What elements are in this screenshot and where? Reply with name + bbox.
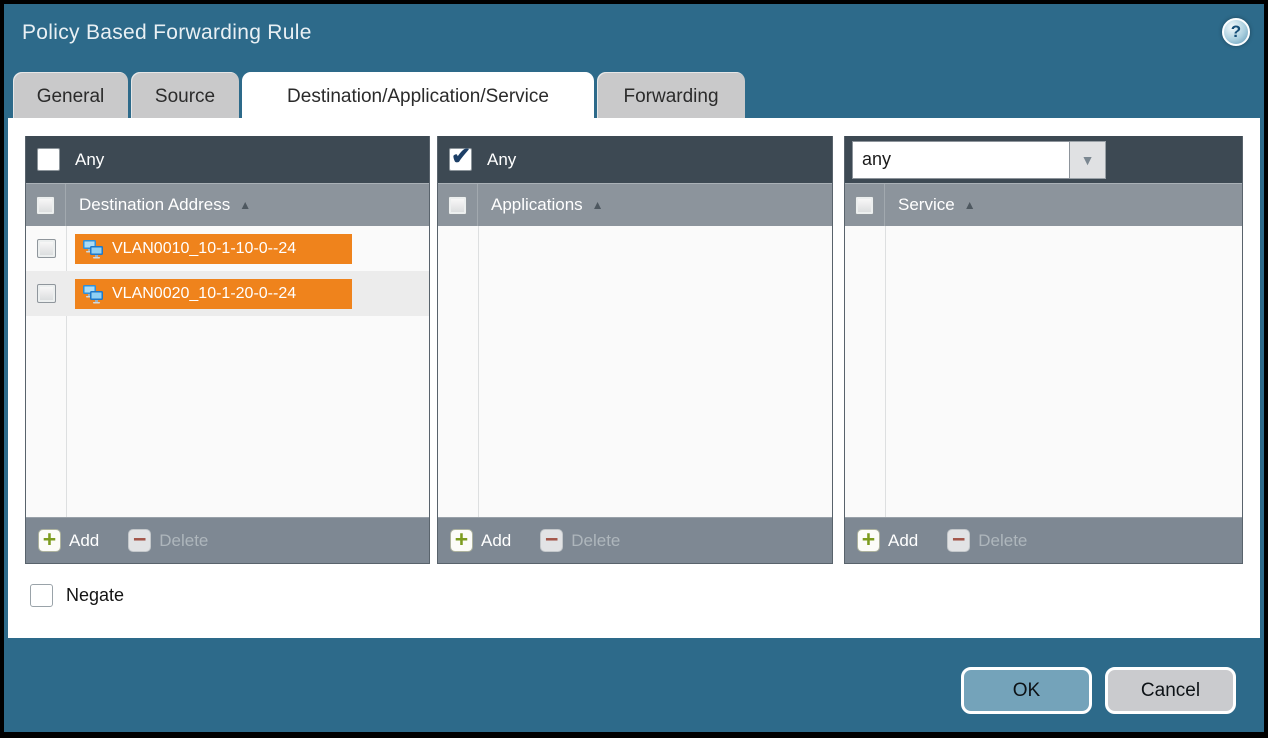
negate-checkbox[interactable] — [30, 584, 53, 607]
sort-ascending-icon: ▲ — [592, 198, 604, 212]
help-icon[interactable]: ? — [1222, 18, 1250, 46]
service-select-all-checkbox[interactable] — [855, 196, 874, 215]
applications-list — [438, 226, 832, 517]
service-dropdown-value[interactable]: any — [852, 141, 1070, 179]
negate-option: Negate — [30, 584, 124, 607]
applications-any-checkbox[interactable]: ✔ — [449, 148, 472, 171]
tab-destination-application-service[interactable]: Destination/Application/Service — [242, 72, 594, 122]
service-list — [845, 226, 1242, 517]
tab-general[interactable]: General — [13, 72, 128, 122]
sort-ascending-icon: ▲ — [239, 198, 251, 212]
delete-icon: − — [947, 529, 970, 552]
service-footer: + Add − Delete — [845, 517, 1242, 563]
applications-column-title: Applications — [491, 195, 583, 215]
service-dropdown[interactable]: any ▼ — [852, 141, 1106, 179]
destination-panel: Any Destination Address ▲ — [25, 136, 430, 564]
service-header-checkbox-cell — [845, 184, 885, 226]
destination-list: VLAN0010_10-1-10-0--24 — [26, 226, 429, 517]
delete-button-disabled: Delete — [159, 531, 208, 551]
applications-footer: + Add − Delete — [438, 517, 832, 563]
delete-icon: − — [540, 529, 563, 552]
tab-bar: General Source Destination/Application/S… — [13, 72, 745, 122]
sort-ascending-icon: ▲ — [964, 198, 976, 212]
tab-content: Any Destination Address ▲ — [8, 118, 1260, 638]
row-checkbox-cell — [26, 239, 66, 258]
add-icon[interactable]: + — [38, 529, 61, 552]
address-object-label: VLAN0010_10-1-10-0--24 — [112, 240, 296, 258]
checkmark-icon: ✔ — [451, 142, 471, 171]
destination-any-bar: Any — [26, 136, 429, 183]
applications-header-checkbox-cell — [438, 184, 478, 226]
delete-icon: − — [128, 529, 151, 552]
address-object-vlan0010[interactable]: VLAN0010_10-1-10-0--24 — [75, 234, 352, 264]
service-column-header[interactable]: Service ▲ — [845, 183, 1242, 226]
network-icon — [81, 284, 105, 304]
tab-das-label: Destination/Application/Service — [287, 86, 549, 108]
add-icon[interactable]: + — [857, 529, 880, 552]
address-object-label: VLAN0020_10-1-20-0--24 — [112, 285, 296, 303]
applications-column-header[interactable]: Applications ▲ — [438, 183, 832, 226]
delete-button-disabled: Delete — [571, 531, 620, 551]
add-button[interactable]: Add — [481, 531, 511, 551]
table-row: VLAN0020_10-1-20-0--24 — [26, 271, 429, 316]
negate-label: Negate — [66, 585, 124, 606]
destination-any-checkbox[interactable] — [37, 148, 60, 171]
destination-select-all-checkbox[interactable] — [36, 196, 55, 215]
service-panel: any ▼ Service ▲ + Add — [844, 136, 1243, 564]
service-column-title: Service — [898, 195, 955, 215]
tab-forwarding[interactable]: Forwarding — [597, 72, 745, 122]
tab-general-label: General — [37, 86, 105, 108]
applications-panel: ✔ Any Applications ▲ + Add − Delete — [437, 136, 833, 564]
table-row: VLAN0010_10-1-10-0--24 — [26, 226, 429, 271]
dialog-title: Policy Based Forwarding Rule — [22, 21, 312, 45]
network-icon — [81, 239, 105, 259]
service-dropdown-button[interactable]: ▼ — [1070, 141, 1106, 179]
tab-source[interactable]: Source — [131, 72, 239, 122]
destination-footer: + Add − Delete — [26, 517, 429, 563]
delete-button-disabled: Delete — [978, 531, 1027, 551]
applications-select-all-checkbox[interactable] — [448, 196, 467, 215]
ok-button[interactable]: OK — [961, 667, 1092, 714]
applications-any-bar: ✔ Any — [438, 136, 832, 183]
row-checkbox[interactable] — [37, 284, 56, 303]
row-checkbox[interactable] — [37, 239, 56, 258]
destination-any-label: Any — [75, 150, 104, 170]
row-checkbox-cell — [26, 284, 66, 303]
panels: Any Destination Address ▲ — [25, 136, 1243, 564]
applications-any-label: Any — [487, 150, 516, 170]
address-object-vlan0020[interactable]: VLAN0020_10-1-20-0--24 — [75, 279, 352, 309]
add-button[interactable]: Add — [888, 531, 918, 551]
service-any-bar: any ▼ — [845, 136, 1242, 183]
chevron-down-icon: ▼ — [1081, 152, 1095, 168]
tab-forwarding-label: Forwarding — [623, 86, 718, 108]
destination-column-header[interactable]: Destination Address ▲ — [26, 183, 429, 226]
policy-based-forwarding-dialog: Policy Based Forwarding Rule ? General S… — [4, 4, 1264, 732]
add-button[interactable]: Add — [69, 531, 99, 551]
add-icon[interactable]: + — [450, 529, 473, 552]
tab-source-label: Source — [155, 86, 215, 108]
destination-header-checkbox-cell — [26, 184, 66, 226]
cancel-button[interactable]: Cancel — [1105, 667, 1236, 714]
destination-column-title: Destination Address — [79, 195, 230, 215]
